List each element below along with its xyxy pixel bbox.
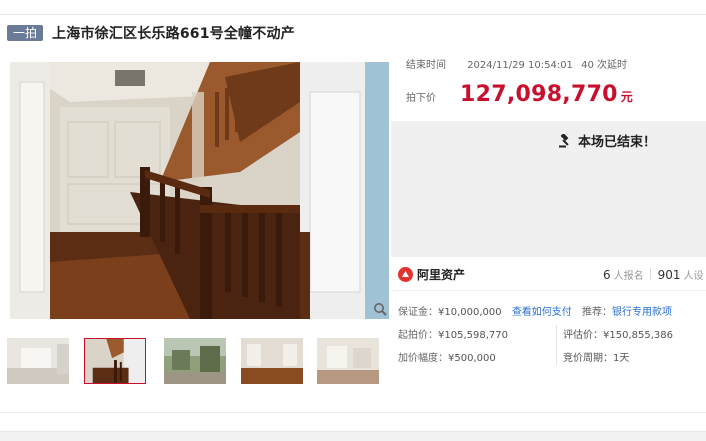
bank-account-link[interactable]: 银行专用款项 (612, 307, 672, 318)
gavel-icon (559, 133, 569, 147)
recommend-label: 推荐： (582, 307, 612, 318)
how-to-pay-link[interactable]: 查看如何支付 (512, 307, 572, 318)
participant-counts: 6 人报名 901 人设 (603, 267, 704, 282)
page-title: 上海市徐汇区长乐路661号全幢不动产 (52, 26, 295, 42)
deposit-value: ¥10,000,000 (438, 307, 502, 318)
magnifier-icon[interactable] (373, 302, 387, 316)
thumbnail-1[interactable] (7, 338, 69, 384)
start-price-label: 起拍价： (398, 330, 438, 341)
thumbnail-2-selected[interactable] (84, 338, 146, 384)
cycle-value: 1天 (613, 353, 630, 364)
final-price-amount: 127,098,770 (460, 82, 618, 107)
count-divider (649, 268, 651, 280)
auction-ended-notice: 本场已结束！ (558, 131, 656, 150)
end-time-label: 结束时间 (406, 60, 446, 71)
watcher-label: 人设 (683, 271, 704, 282)
thumbnail-3[interactable] (164, 338, 226, 384)
photo-thumbnails (7, 338, 387, 384)
detail-divider (556, 325, 557, 365)
increment-label: 加价幅度： (398, 353, 448, 364)
title-row: 一拍 上海市徐汇区长乐路661号全幢不动产 (7, 23, 295, 43)
thumbnail-4[interactable] (241, 338, 303, 384)
delay-count: 40 次延时 (581, 60, 628, 71)
bottom-divider (0, 412, 706, 413)
registrant-count: 6 (603, 268, 611, 282)
start-price-row: 起拍价：¥105,598,770 (398, 326, 508, 341)
appraisal-value: ¥150,855,386 (603, 330, 673, 341)
final-price-row: 拍下价 127,098,770 元 (406, 82, 633, 107)
cycle-label: 竞价周期： (563, 353, 613, 364)
end-time-value: 2024/11/29 10:54:01 (467, 60, 573, 71)
brand[interactable]: 阿里资产 (398, 266, 465, 283)
top-divider (0, 14, 706, 15)
cycle-row: 竞价周期：1天 (563, 349, 629, 364)
brand-row: 阿里资产 6 人报名 901 人设 (391, 259, 706, 291)
deposit-label: 保证金： (398, 307, 438, 318)
ali-assets-logo-icon (398, 267, 413, 282)
start-price-value: ¥105,598,770 (438, 330, 508, 341)
end-time-row: 结束时间 2024/11/29 10:54:01 40 次延时 (406, 56, 627, 71)
appraisal-label: 评估价： (563, 330, 603, 341)
increment-value: ¥500,000 (448, 353, 496, 364)
auction-round-badge: 一拍 (7, 25, 44, 41)
increment-row: 加价幅度：¥500,000 (398, 349, 496, 364)
appraisal-row: 评估价：¥150,855,386 (563, 326, 673, 341)
bottom-band (0, 431, 706, 441)
registrant-label: 人报名 (613, 271, 644, 282)
final-price-unit: 元 (620, 90, 633, 104)
staircase-photo-illustration (10, 62, 389, 319)
final-price-label: 拍下价 (406, 93, 436, 104)
auction-ended-panel: 本场已结束！ (391, 121, 706, 257)
watcher-count: 901 (657, 268, 681, 282)
brand-name: 阿里资产 (417, 268, 466, 282)
auction-ended-text: 本场已结束！ (578, 135, 657, 150)
main-property-photo[interactable] (10, 62, 389, 319)
thumbnail-5[interactable] (317, 338, 379, 384)
deposit-row: 保证金：¥10,000,000 查看如何支付 推荐：银行专用款项 (398, 303, 672, 318)
